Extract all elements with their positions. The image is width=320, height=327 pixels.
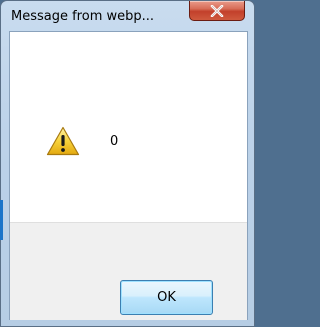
message-area: 0 — [10, 32, 247, 222]
ok-button[interactable]: OK — [120, 280, 213, 315]
button-bar: OK — [10, 222, 247, 320]
background-edge — [0, 200, 3, 240]
message-dialog: Message from webp... 0 OK — [0, 0, 255, 327]
dialog-title: Message from webp... — [11, 9, 155, 24]
warning-icon — [46, 126, 80, 156]
close-button[interactable] — [189, 1, 245, 21]
close-icon — [210, 5, 224, 17]
dialog-client-area: 0 OK — [9, 31, 248, 320]
title-bar[interactable]: Message from webp... — [1, 1, 254, 29]
message-text: 0 — [110, 134, 119, 149]
